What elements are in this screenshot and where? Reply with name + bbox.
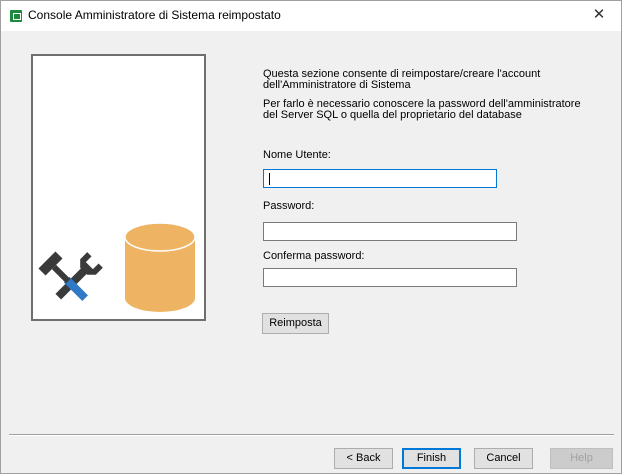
illustration (38, 222, 196, 312)
text-caret (269, 173, 270, 185)
finish-button[interactable]: Finish (402, 448, 461, 469)
password-field[interactable] (263, 222, 517, 241)
window-title: Console Amministratore di Sistema reimpo… (28, 8, 281, 22)
username-field[interactable] (263, 169, 497, 188)
password-label: Password: (263, 200, 315, 212)
tools-icon (38, 251, 103, 301)
reset-button[interactable]: Reimposta (262, 313, 329, 334)
intro-paragraph-2: Per farlo è necessario conoscere la pass… (263, 98, 581, 121)
help-button[interactable]: Help (550, 448, 613, 469)
database-icon (124, 222, 196, 312)
intro-paragraph-1: Questa sezione consente di reimpostare/c… (263, 68, 541, 91)
confirm-password-label: Conferma password: (263, 250, 365, 262)
confirm-password-field[interactable] (263, 268, 517, 287)
intro-text: Questa sezione consente di reimpostare/c… (263, 69, 583, 129)
footer-separator-highlight (9, 435, 614, 436)
username-label: Nome Utente: (263, 149, 331, 161)
back-button[interactable]: < Back (334, 448, 393, 469)
close-icon[interactable]: ✕ (577, 1, 621, 31)
database-app-icon (10, 10, 22, 22)
title-bar: Console Amministratore di Sistema reimpo… (1, 1, 621, 31)
cancel-button[interactable]: Cancel (474, 448, 533, 469)
dialog-window: Console Amministratore di Sistema reimpo… (0, 0, 622, 474)
illustration-panel (31, 54, 206, 321)
